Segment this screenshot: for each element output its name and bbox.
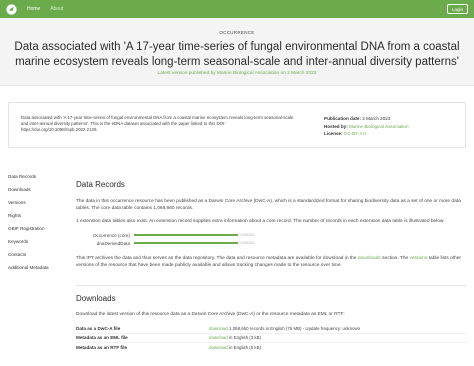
downloads-section: Downloads Download the latest version of… [76,294,468,353]
extension-label: dnaDerivedData [96,240,130,246]
section-sidebar: Data Records Downloads Versions Rights G… [8,170,58,274]
publication-date-label: Publication date: [324,116,362,121]
publication-date-value: 2 March 2023 [362,116,391,121]
hosted-by-link[interactable]: Marine Biological Association [349,124,409,129]
sidebar-item-rights[interactable]: Rights [8,209,58,222]
download-info-text: in English (5 kB) [227,345,261,351]
downloads-intro: Download the latest version of this reso… [76,312,345,317]
resource-header: OCCURRENCE Data associated with 'A 17-ye… [0,18,474,86]
download-row: Data as a DwC-A file download 1,068,660 … [76,324,468,334]
download-eml-link[interactable]: download [209,335,228,340]
download-row: Metadata as an EML file download in Engl… [76,334,468,343]
summary-description: Data associated with 'A 17-year time-ser… [21,115,294,132]
download-dwca-link[interactable]: download [209,326,228,331]
sidebar-item-downloads[interactable]: Downloads [8,183,58,196]
download-row-info: download in English (5 kB) [209,345,261,350]
sidebar-item-additional-metadata[interactable]: Additional Metadata [8,261,58,274]
extension-count: 1068660 [240,241,255,245]
data-records-section: Data Records The data in this occurrence… [76,170,468,275]
section-divider [76,285,466,286]
download-info-text: in English (3 kB) [227,335,261,341]
download-row-label: Metadata as an EML file [76,335,128,341]
publication-info: Publication date: 2 March 2023 Hosted by… [324,115,409,138]
download-info-text: 1,068,660 records in English (76 MB) - U… [227,325,361,331]
license-label: License: [324,131,343,136]
data-records-paragraph-3: This IPT archives the data and thus serv… [76,255,468,269]
extension-bar [134,234,238,236]
data-records-paragraph-2: 1 extension data tables also exist. An e… [76,219,445,224]
sidebar-item-contacts[interactable]: Contacts [8,248,58,261]
download-row-info: download in English (3 kB) [209,335,261,340]
extension-bar-track [134,234,238,236]
extension-row: Occurrence (core) 1068660 [76,231,468,239]
latest-version-text: Latest version published by Marine Biolo… [157,71,317,76]
download-row: Metadata as an RTF file download in Engl… [76,343,468,353]
nav-home-link[interactable]: Home [27,6,40,12]
data-records-title: Data Records [76,180,125,189]
top-navbar: Home About Login [0,0,474,18]
gbif-logo-icon[interactable] [6,3,17,15]
downloads-title: Downloads [76,294,116,303]
extension-count: 1068660 [240,233,255,237]
paragraph-text: section. The [380,256,410,261]
sidebar-item-data-records[interactable]: Data Records [8,170,58,183]
extension-row: dnaDerivedData 1068660 [76,239,468,247]
paragraph-text: This IPT archives the data and thus serv… [76,256,358,261]
summary-box: Data associated with 'A 17-year time-ser… [8,102,466,148]
sidebar-item-keywords[interactable]: Keywords [8,235,58,248]
download-row-label: Metadata as an RTF file [76,345,128,351]
download-row-info: download 1,068,660 records in English (7… [209,326,360,331]
downloads-link[interactable]: downloads [358,256,381,261]
nav-about-link[interactable]: About [50,6,63,12]
versions-link[interactable]: versions [410,256,428,261]
license-link[interactable]: CC-BY 4.0 [344,131,366,136]
page-title: Data associated with 'A 17-year time-ser… [14,41,460,68]
extension-label: Occurrence (core) [92,232,130,238]
sidebar-item-versions[interactable]: Versions [8,196,58,209]
login-button[interactable]: Login [446,4,468,14]
hosted-by-label: Hosted by: [324,123,348,129]
extension-records-chart: Occurrence (core) 1068660 dnaDerivedData… [76,231,468,247]
data-records-paragraph-1: The data in this occurrence resource has… [76,199,461,211]
download-rtf-link[interactable]: download [209,345,228,350]
download-row-label: Data as a DwC-A file [76,325,121,331]
resource-type-label: OCCURRENCE [219,30,255,35]
extension-bar [134,242,238,244]
sidebar-item-gbif-registration[interactable]: GBIF Registration [8,222,58,235]
extension-bar-track [134,242,238,244]
